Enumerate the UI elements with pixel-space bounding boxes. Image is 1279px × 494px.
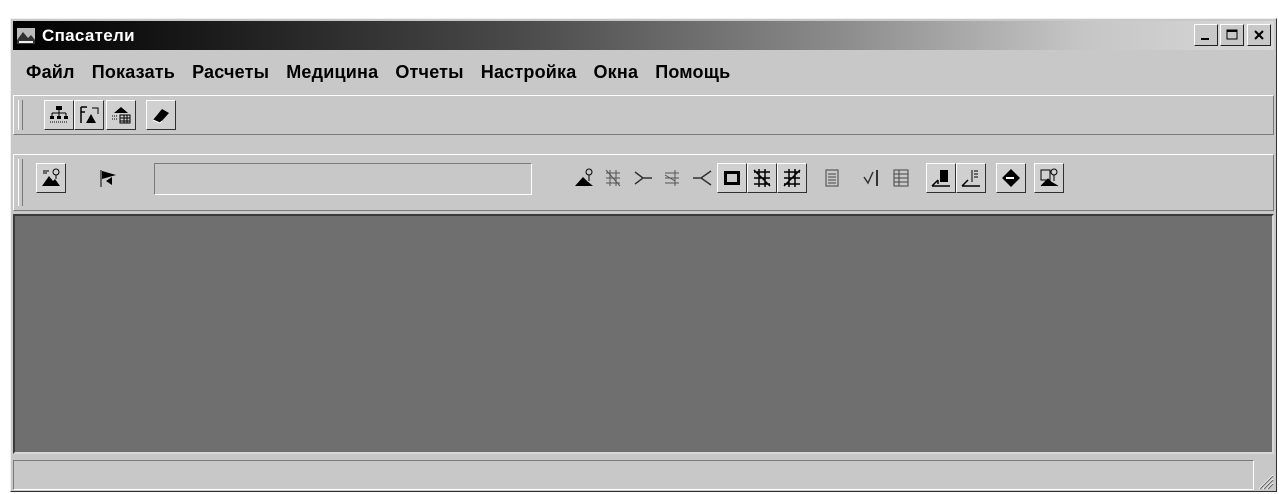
window-title: Спасатели [42, 25, 135, 45]
check-list-button[interactable] [857, 163, 887, 193]
app-icon [17, 27, 35, 44]
diamond-button[interactable] [996, 163, 1026, 193]
title-bar[interactable]: Спасатели [13, 21, 1274, 50]
maximize-icon [1226, 29, 1238, 40]
crossed-grid-icon [753, 169, 771, 187]
close-button[interactable] [1247, 24, 1271, 46]
menu-help[interactable]: Помощь [655, 62, 730, 83]
grid-network-icon [605, 169, 621, 187]
export-button[interactable] [74, 100, 104, 130]
chart-out-icon [931, 170, 950, 187]
menu-show[interactable]: Показать [92, 62, 175, 83]
map-search-button[interactable] [36, 163, 66, 193]
minimize-icon [1201, 38, 1209, 40]
eraser-icon [152, 109, 169, 124]
check-list-icon [863, 170, 878, 186]
import-table-button[interactable] [106, 100, 136, 130]
minimize-button[interactable] [1194, 24, 1218, 46]
crossed-grid-button[interactable] [747, 163, 777, 193]
toolbar-grip[interactable] [18, 100, 23, 130]
resize-grip-icon[interactable] [1254, 470, 1274, 490]
export-icon [80, 106, 99, 123]
menu-windows[interactable]: Окна [593, 62, 638, 83]
frame-icon [724, 171, 740, 185]
import-table-icon [112, 107, 131, 124]
grid-branch-button[interactable] [657, 163, 687, 193]
crossed-grid-alt-button[interactable] [777, 163, 807, 193]
menu-file[interactable]: Файл [26, 62, 75, 83]
eraser-button[interactable] [146, 100, 176, 130]
menu-medicine[interactable]: Медицина [286, 62, 378, 83]
branch-button[interactable] [628, 163, 658, 193]
status-panel [13, 460, 1254, 490]
report-probe-icon [1040, 168, 1059, 187]
maximize-button[interactable] [1220, 24, 1244, 46]
report-probe-button[interactable] [1034, 163, 1064, 193]
grid-branch-icon [664, 170, 679, 186]
map-search-icon [42, 168, 60, 186]
menu-calculations[interactable]: Расчеты [192, 62, 269, 83]
mountain-probe-icon [575, 168, 593, 186]
chart-out-button[interactable] [926, 163, 956, 193]
main-toolbar [13, 95, 1274, 135]
menu-bar: Файл Показать Расчеты Медицина Отчеты На… [13, 52, 1274, 92]
chart-list-button[interactable] [956, 163, 986, 193]
status-bar [13, 458, 1274, 490]
org-chart-icon [50, 106, 68, 123]
mountain-probe-button[interactable] [569, 163, 599, 193]
pennant-icon [100, 170, 116, 187]
toolbar-grip-2[interactable] [18, 159, 23, 206]
list-grid-icon [825, 169, 839, 187]
chart-list-icon [961, 170, 980, 187]
fork-icon [693, 170, 712, 186]
app-window: Спасатели Файл Показать Расчеты Медицина… [10, 18, 1277, 492]
list-grid-button[interactable] [817, 163, 847, 193]
pennant-button[interactable] [94, 163, 124, 193]
fork-button[interactable] [687, 163, 717, 193]
menu-reports[interactable]: Отчеты [395, 62, 463, 83]
mdi-client-area[interactable] [13, 214, 1274, 454]
table-list-icon [893, 169, 909, 187]
menu-settings[interactable]: Настройка [481, 62, 577, 83]
grid-network-button[interactable] [598, 163, 628, 193]
close-icon [1254, 30, 1264, 40]
frame-button[interactable] [717, 163, 747, 193]
crossed-grid-alt-icon [783, 169, 801, 187]
secondary-toolbar [13, 154, 1274, 211]
branch-icon [634, 171, 652, 185]
table-list-button[interactable] [886, 163, 916, 193]
org-chart-button[interactable] [44, 100, 74, 130]
diamond-icon [1002, 169, 1020, 187]
selection-combo[interactable] [154, 163, 532, 195]
